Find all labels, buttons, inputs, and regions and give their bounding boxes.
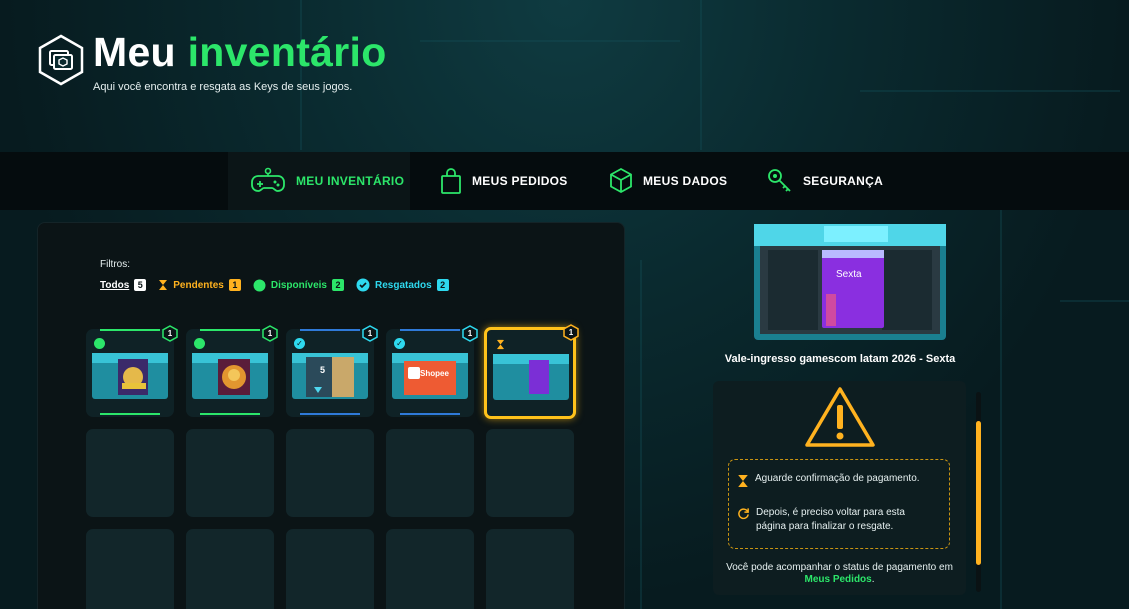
dot-icon (253, 279, 266, 291)
status-redeemed-check: ✓ (394, 338, 405, 349)
scrollbar-thumb[interactable] (976, 421, 981, 565)
filter-pendentes[interactable]: Pendentes 1 (158, 279, 241, 291)
item-bottom-line (100, 413, 160, 415)
item-chest-art (292, 353, 368, 399)
payment-status-text: Você pode acompanhar o status de pagamen… (723, 562, 956, 586)
inventory-panel: Filtros: Todos 5 Pendentes 1 Disponíveis… (37, 222, 625, 609)
refresh-icon (738, 508, 749, 520)
empty-slot (286, 429, 374, 517)
empty-slot (386, 429, 474, 517)
page-title-accent: inventário (187, 29, 387, 75)
warning-icon (805, 387, 875, 447)
filter-disponiveis[interactable]: Disponíveis 2 (253, 279, 344, 292)
item-qty: 1 (367, 329, 373, 338)
empty-slot (486, 429, 574, 517)
status-available-dot (94, 338, 105, 349)
empty-slot (86, 429, 174, 517)
status-pending-hourglass-icon (496, 339, 505, 350)
status-available-dot (194, 338, 205, 349)
filter-label: Todos (100, 279, 130, 291)
filter-todos[interactable]: Todos 5 (100, 279, 147, 291)
meus-pedidos-link[interactable]: Meus Pedidos (804, 574, 871, 585)
inventory-item[interactable]: 1 (186, 325, 278, 417)
filter-count: 2 (436, 279, 449, 291)
item-chest-art (493, 354, 569, 400)
empty-slot (286, 529, 374, 609)
item-art-text: 5 (320, 365, 326, 375)
empty-slot (86, 529, 174, 609)
filter-count: 5 (134, 279, 147, 291)
quantity-badge: 1 (462, 325, 478, 342)
tab-label: MEUS DADOS (643, 174, 728, 188)
tab-meus-pedidos[interactable]: MEUS PEDIDOS (440, 152, 568, 210)
item-top-line (100, 329, 160, 331)
tab-label: MEUS PEDIDOS (472, 174, 568, 188)
hourglass-icon (159, 280, 168, 290)
notice-line-1: Aguarde confirmação de pagamento. (755, 473, 920, 484)
filter-bar: Todos 5 Pendentes 1 Disponíveis 2 Resgat… (100, 278, 449, 292)
notice-row-redeem: Depois, é preciso voltar para esta págin… (737, 506, 924, 534)
status-redeemed-check: ✓ (294, 338, 305, 349)
footer-text-after: . (871, 574, 875, 585)
pending-notice: Aguarde confirmação de pagamento. Depois… (728, 459, 950, 549)
notice-row-payment: Aguarde confirmação de pagamento. (737, 472, 920, 489)
empty-slot (486, 529, 574, 609)
key-icon (768, 169, 791, 192)
gamepad-icon (251, 167, 285, 192)
tab-bar: MEU INVENTÁRIO MEUS PEDIDOS MEUS DADOS S… (0, 152, 1129, 210)
inventory-item[interactable]: ✓ 1 5 (286, 325, 378, 417)
filter-label: Disponíveis (270, 279, 327, 291)
filter-resgatados[interactable]: Resgatados 2 (356, 278, 449, 292)
filter-count: 2 (331, 279, 344, 291)
shopping-bag-icon (441, 168, 461, 194)
filter-label: Pendentes (173, 279, 224, 291)
hourglass-icon (738, 475, 748, 487)
item-bottom-line (200, 413, 260, 415)
inventory-item-selected[interactable]: 1 (484, 324, 579, 419)
cube-icon (610, 167, 632, 194)
filter-count: 1 (228, 279, 241, 291)
page-title-prefix: Meu (93, 29, 176, 75)
item-chest-art (192, 353, 268, 399)
item-bottom-line (300, 413, 360, 415)
empty-slot (186, 429, 274, 517)
empty-slot (386, 529, 474, 609)
quantity-badge: 1 (262, 325, 278, 342)
tab-meus-dados[interactable]: MEUS DADOS (609, 152, 727, 210)
inventory-item[interactable]: ✓ 1 Shopee (386, 325, 478, 417)
product-card-text: Sexta (836, 269, 862, 280)
filters-label: Filtros: (100, 259, 130, 270)
product-chest-art (754, 224, 946, 340)
item-qty: 1 (267, 329, 273, 338)
item-qty: 1 (467, 329, 473, 338)
quantity-badge: 1 (162, 325, 178, 342)
page-header: Meu inventário Aqui você encontra e resg… (38, 32, 598, 102)
product-image: Sexta (754, 224, 946, 340)
item-bottom-line (400, 413, 460, 415)
item-art-text: Shopee (420, 369, 449, 378)
item-top-line (300, 329, 360, 331)
tab-seguranca[interactable]: SEGURANÇA (767, 152, 883, 210)
footer-text-before: Você pode acompanhar o status de pagamen… (726, 562, 953, 573)
item-top-line (200, 329, 260, 331)
page-subtitle: Aqui você encontra e resgata as Keys de … (93, 81, 353, 93)
tab-meu-inventario[interactable]: MEU INVENTÁRIO (228, 152, 410, 210)
page-title: Meu inventário (93, 32, 387, 73)
product-title: Vale-ingresso gamescom latam 2026 - Sext… (724, 353, 956, 365)
item-qty: 1 (568, 328, 574, 337)
item-top-line (400, 329, 460, 331)
empty-slot (186, 529, 274, 609)
notice-line-2: Depois, é preciso voltar para esta págin… (756, 507, 905, 532)
quantity-badge: 1 (563, 324, 579, 341)
tab-label: SEGURANÇA (803, 174, 884, 188)
item-chest-art (92, 353, 168, 399)
quantity-badge: 1 (362, 325, 378, 342)
inventory-logo-icon (38, 34, 84, 86)
item-qty: 1 (167, 329, 173, 338)
filter-label: Resgatados (374, 279, 432, 291)
check-circle-icon (356, 278, 370, 292)
inventory-item[interactable]: 1 (86, 325, 178, 417)
tab-label: MEU INVENTÁRIO (296, 174, 405, 188)
payment-info-card: Aguarde confirmação de pagamento. Depois… (713, 381, 966, 595)
